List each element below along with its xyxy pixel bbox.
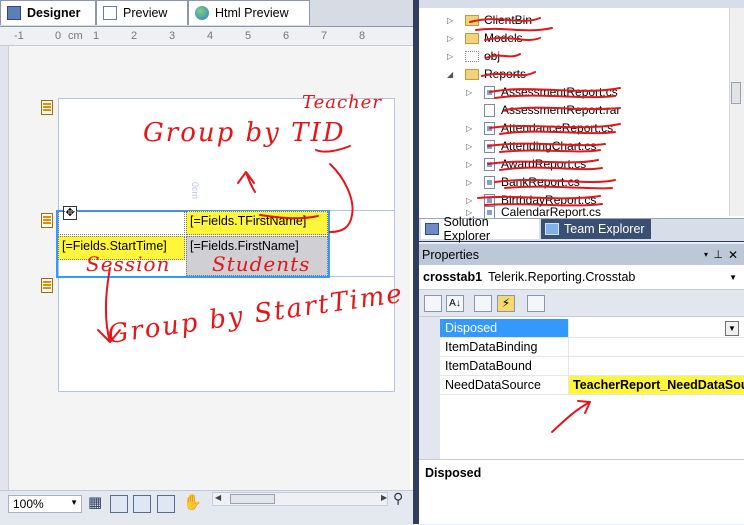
expand-icon[interactable]: ▷ [447,16,455,25]
annotation-students: Students [212,252,311,276]
chevron-down-icon: ▼ [729,272,737,282]
report-file-icon [484,85,495,99]
tree-item[interactable]: ▷ AwardReport.cs [466,155,586,173]
ruler-label: cm [68,30,83,42]
preview-icon [103,6,117,20]
tab-designer[interactable]: Designer [0,0,96,25]
hand-icon[interactable]: ✋ [183,495,202,513]
tab-html-preview[interactable]: Html Preview [188,0,310,25]
tree-item[interactable]: ▷ Models [447,29,523,47]
annotation-teacher: Teacher [302,92,382,113]
page-footer-band-icon[interactable] [41,278,53,293]
ruler-label: 6 [283,30,290,42]
team-explorer-icon [545,223,559,235]
tree-item[interactable]: ◢ Reports [447,65,526,83]
property-row[interactable]: NeedDataSource TeacherReport_NeedDataSou… [440,376,744,395]
chevron-down-icon[interactable]: ▼ [725,321,739,336]
report-file-icon [484,175,495,189]
properties-icon[interactable] [474,295,492,312]
collapse-icon[interactable]: ◢ [447,70,455,79]
expand-icon[interactable]: ▷ [466,88,474,97]
expand-icon[interactable]: ▷ [466,160,474,169]
ruler-label: -1 [14,30,24,42]
report-file-icon [484,193,495,207]
teacher-column-header[interactable]: [=Fields.TFirstName] [186,211,328,235]
expand-icon[interactable]: ▷ [466,178,474,187]
document-tab-bar: Designer Preview Html Preview [0,0,413,27]
folder-icon [465,14,479,26]
ruler-label: 1 [93,30,100,42]
globe-icon [195,6,209,20]
property-row[interactable]: ItemDataBinding [440,338,744,357]
tree-item[interactable]: ▷ obj [447,47,500,65]
expand-icon[interactable]: ▷ [466,124,474,133]
file-icon [484,103,495,117]
ruler-label: 3 [169,30,176,42]
tree-item[interactable]: ▷ ClientBin [447,11,532,29]
ruler-label: 5 [245,30,252,42]
alphabetical-icon[interactable]: A↓ [446,295,464,312]
horizontal-scroll-thumb[interactable] [230,494,275,504]
annotation-session: Session [86,252,171,276]
magnifier-icon[interactable]: ⚲ [393,490,403,507]
property-row[interactable]: Disposed [440,319,744,338]
folder-open-icon [465,68,479,80]
annotation-group-by-tid: Group by TID [143,118,346,148]
scroll-left-icon[interactable]: ◀ [215,493,221,502]
folder-icon [465,50,479,62]
ruler-label: 4 [207,30,214,42]
categorized-icon[interactable] [424,295,442,312]
tree-item[interactable]: AssessmentReport.rar [484,101,620,119]
ruler-label: 7 [321,30,328,42]
horizontal-ruler: -1 0 cm 1 2 3 4 5 6 7 8 [0,27,413,46]
events-icon[interactable]: ⚡ [497,295,515,312]
expand-icon[interactable]: ▷ [447,52,455,61]
ruler-label: 0 [55,30,62,42]
dropdown-icon[interactable]: ▾ [704,250,708,259]
designer-icon [7,6,21,20]
solution-explorer-toolbar [419,0,744,8]
tree-item[interactable]: ▷ AssessmentReport.cs [466,83,618,101]
object-selector[interactable]: crosstab1 Telerik.Reporting.Crosstab ▼ [419,265,744,290]
tree-item[interactable]: ▷ BankReport.cs [466,173,580,191]
solution-icon [425,223,439,235]
properties-title-bar: Properties ▾ ⊥ ✕ [419,244,744,265]
chevron-down-icon: ▼ [70,498,78,507]
dimensions-icon[interactable] [157,495,175,513]
tab-team-explorer[interactable]: Team Explorer [541,219,651,239]
corner-cell[interactable] [58,211,185,235]
zoom-select[interactable]: 100% ▼ [8,495,82,513]
grid-icon[interactable]: ▦ [88,495,106,513]
report-file-icon [484,139,495,153]
vertical-scrollbar[interactable] [729,8,744,216]
tree-item[interactable]: ▷ AttendingChart.cs [466,137,596,155]
tree-item[interactable]: ▷ AttendanceReport.cs [466,119,613,137]
properties-toolbar [419,290,744,317]
snap-to-grid-icon[interactable] [110,495,128,513]
vertical-ruler [0,46,9,490]
scroll-right-icon[interactable]: ▶ [381,493,387,502]
expand-icon[interactable]: ▷ [466,142,474,151]
report-file-icon [484,121,495,135]
ruler-label: 2 [131,30,138,42]
snap-to-lines-icon[interactable] [133,495,151,513]
report-file-icon [484,157,495,171]
property-pages-icon[interactable] [527,295,545,312]
vertical-size-hint: 0cm [190,182,200,200]
tab-preview[interactable]: Preview [96,0,188,25]
folder-icon [465,32,479,44]
detail-band-icon[interactable] [41,213,53,228]
expand-icon[interactable]: ▷ [466,196,474,205]
expand-icon[interactable]: ▷ [447,34,455,43]
property-grid-gutter [419,317,440,459]
ruler-label: 8 [359,30,366,42]
pin-icon[interactable]: ⊥ [713,248,723,261]
tab-solution-explorer[interactable]: Solution Explorer [421,215,539,243]
close-icon[interactable]: ✕ [728,248,738,262]
vertical-scroll-thumb[interactable] [731,82,741,104]
page-header-band-icon[interactable] [41,100,53,115]
property-row[interactable]: ItemDataBound [440,357,744,376]
property-description: Disposed [419,459,744,524]
